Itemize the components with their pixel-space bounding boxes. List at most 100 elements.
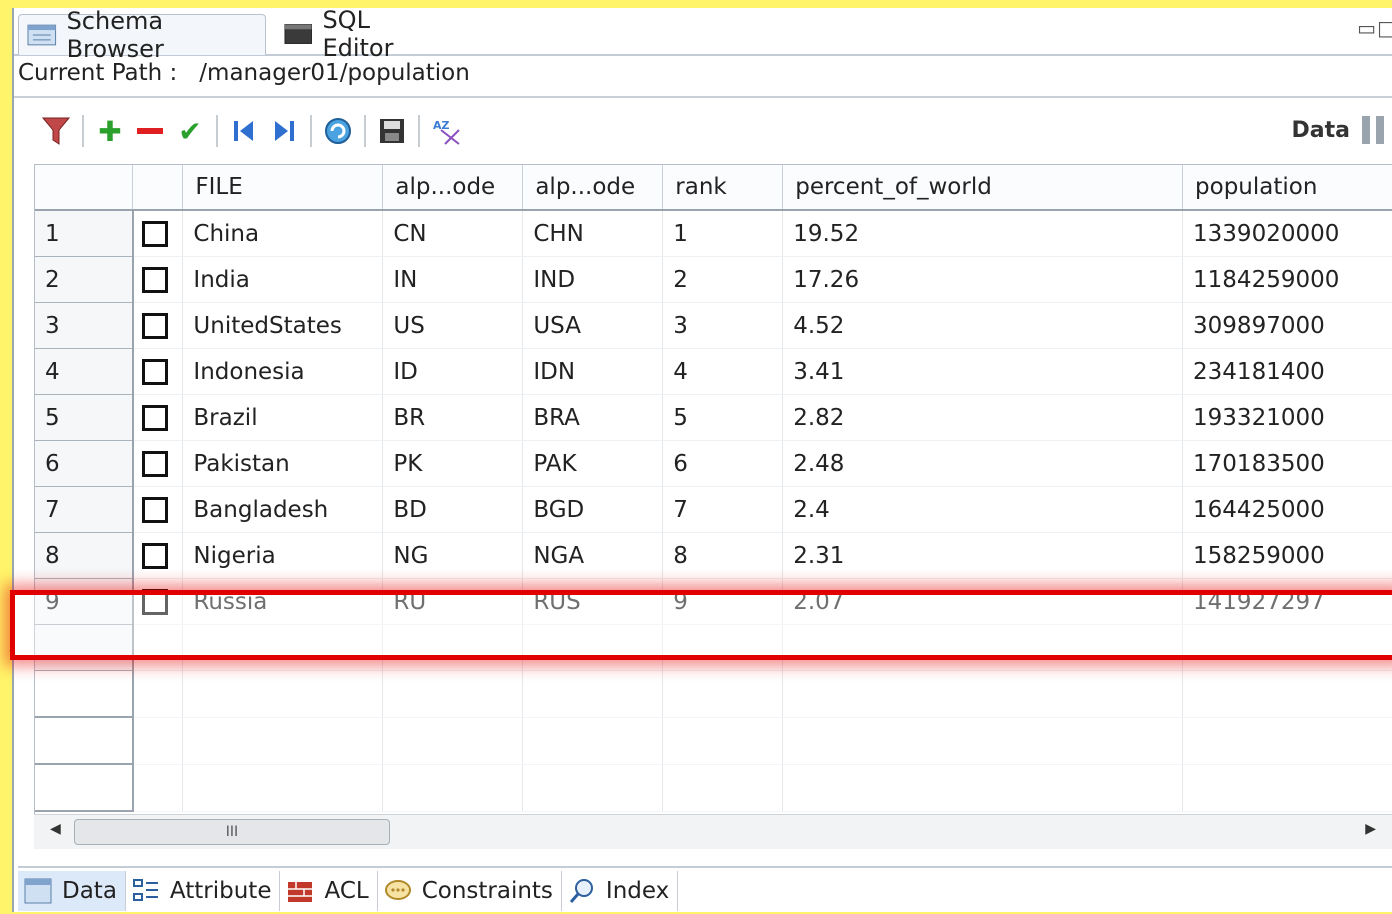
cell-rank[interactable]: 3 — [662, 302, 784, 349]
column-header[interactable]: FILE — [182, 165, 384, 211]
tab-constraints[interactable]: Constraints — [378, 871, 562, 911]
tab-attribute[interactable]: Attribute — [126, 871, 281, 911]
cell-a3[interactable]: USA — [522, 302, 664, 349]
column-header[interactable]: alp...ode — [522, 165, 664, 211]
row-checkbox[interactable] — [141, 358, 168, 385]
cell-a2[interactable]: NG — [382, 532, 524, 579]
sort-icon[interactable]: AZ — [426, 111, 466, 151]
maximize-icon[interactable]: □ — [1377, 16, 1392, 40]
row-number[interactable]: 4 — [35, 348, 134, 395]
row-checkbox[interactable] — [141, 496, 168, 523]
cell-file[interactable]: Brazil — [182, 394, 384, 441]
scroll-thumb[interactable]: III — [74, 819, 390, 845]
cell-file[interactable]: China — [182, 210, 384, 257]
corner-header[interactable] — [35, 165, 134, 211]
cell-a3[interactable]: IDN — [522, 348, 664, 395]
cell-pct[interactable]: 3.41 — [782, 348, 1184, 395]
cell-rank[interactable]: 5 — [662, 394, 784, 441]
row-number[interactable]: 2 — [35, 256, 134, 303]
column-header[interactable]: rank — [662, 165, 784, 211]
cell-pct[interactable]: 2.31 — [782, 532, 1184, 579]
cell-pop[interactable]: 309897000 — [1182, 302, 1392, 349]
minimize-icon[interactable]: ▭ — [1357, 16, 1376, 40]
cell-a3[interactable]: BGD — [522, 486, 664, 533]
row-checkbox[interactable] — [141, 220, 168, 247]
table-row[interactable]: 4 Indonesia ID IDN 4 3.41 234181400 — [35, 348, 1392, 395]
cell-pop[interactable]: 1184259000 — [1182, 256, 1392, 303]
table-row[interactable]: 3 UnitedStates US USA 3 4.52 309897000 — [35, 302, 1392, 349]
filter-icon[interactable] — [36, 111, 76, 151]
table-row[interactable]: 1 China CN CHN 1 19.52 1339020000 — [35, 210, 1392, 257]
table-row[interactable]: 7 Bangladesh BD BGD 7 2.4 164425000 — [35, 486, 1392, 533]
cell-pop[interactable]: 164425000 — [1182, 486, 1392, 533]
column-header[interactable]: alp...ode — [382, 165, 524, 211]
table-row[interactable]: 2 India IN IND 2 17.26 1184259000 — [35, 256, 1392, 303]
column-header[interactable]: percent_of_world — [782, 165, 1184, 211]
add-row-icon[interactable]: ✚ — [90, 111, 130, 151]
cell-rank[interactable]: 4 — [662, 348, 784, 395]
cell-file[interactable]: UnitedStates — [182, 302, 384, 349]
cell-rank[interactable]: 8 — [662, 532, 784, 579]
cell-file[interactable]: Bangladesh — [182, 486, 384, 533]
commit-icon[interactable]: ✔ — [170, 111, 210, 151]
row-checkbox[interactable] — [141, 450, 168, 477]
row-checkbox[interactable] — [141, 266, 168, 293]
cell-pct[interactable]: 4.52 — [782, 302, 1184, 349]
tab-index[interactable]: Index — [562, 871, 679, 911]
cell-file[interactable]: Pakistan — [182, 440, 384, 487]
cell-a2[interactable]: CN — [382, 210, 524, 257]
column-header[interactable]: population — [1182, 165, 1392, 211]
cell-pct[interactable]: 17.26 — [782, 256, 1184, 303]
scroll-right-icon[interactable]: ▶ — [1365, 821, 1376, 837]
remove-row-icon[interactable] — [130, 111, 170, 151]
refresh-icon[interactable] — [318, 111, 358, 151]
tab-sql-editor[interactable]: SQL Editor — [276, 6, 442, 62]
cell-a3[interactable]: BRA — [522, 394, 664, 441]
cell-a2[interactable]: BR — [382, 394, 524, 441]
cell-rank[interactable]: 6 — [662, 440, 784, 487]
cell-pop[interactable]: 170183500 — [1182, 440, 1392, 487]
cell-a2[interactable]: BD — [382, 486, 524, 533]
table-row[interactable]: 6 Pakistan PK PAK 6 2.48 170183500 — [35, 440, 1392, 487]
row-number[interactable]: 1 — [35, 210, 134, 257]
row-number[interactable]: 3 — [35, 302, 134, 349]
cell-pop[interactable]: 193321000 — [1182, 394, 1392, 441]
cell-file[interactable]: Indonesia — [182, 348, 384, 395]
cell-a2[interactable]: PK — [382, 440, 524, 487]
row-checkbox[interactable] — [141, 312, 168, 339]
cell-a2[interactable]: IN — [382, 256, 524, 303]
pause-icon[interactable] — [1362, 116, 1386, 144]
horizontal-scrollbar[interactable]: ◀ III ▶ — [34, 814, 1392, 849]
cell-file[interactable]: India — [182, 256, 384, 303]
cell-pct[interactable]: 19.52 — [782, 210, 1184, 257]
first-record-icon[interactable] — [224, 111, 264, 151]
cell-pop[interactable]: 1339020000 — [1182, 210, 1392, 257]
tab-schema-browser[interactable]: Schema Browser — [18, 7, 266, 63]
row-checkbox[interactable] — [141, 404, 168, 431]
save-icon[interactable] — [372, 111, 412, 151]
table-row[interactable]: 8 Nigeria NG NGA 8 2.31 158259000 — [35, 532, 1392, 579]
cell-rank[interactable]: 1 — [662, 210, 784, 257]
scroll-left-icon[interactable]: ◀ — [50, 821, 61, 837]
cell-pct[interactable]: 2.82 — [782, 394, 1184, 441]
row-number[interactable]: 8 — [35, 532, 134, 579]
cell-a3[interactable]: CHN — [522, 210, 664, 257]
checkbox-header[interactable] — [132, 165, 184, 211]
row-number[interactable]: 6 — [35, 440, 134, 487]
cell-a2[interactable]: ID — [382, 348, 524, 395]
cell-rank[interactable]: 2 — [662, 256, 784, 303]
cell-pct[interactable]: 2.4 — [782, 486, 1184, 533]
cell-file[interactable]: Nigeria — [182, 532, 384, 579]
last-record-icon[interactable] — [264, 111, 304, 151]
cell-pop[interactable]: 158259000 — [1182, 532, 1392, 579]
cell-a3[interactable]: PAK — [522, 440, 664, 487]
tab-data[interactable]: Data — [18, 871, 126, 911]
table-row[interactable]: 5 Brazil BR BRA 5 2.82 193321000 — [35, 394, 1392, 441]
row-checkbox[interactable] — [141, 542, 168, 569]
cell-rank[interactable]: 7 — [662, 486, 784, 533]
cell-a3[interactable]: NGA — [522, 532, 664, 579]
cell-pct[interactable]: 2.48 — [782, 440, 1184, 487]
cell-a3[interactable]: IND — [522, 256, 664, 303]
tab-acl[interactable]: ACL — [280, 871, 378, 911]
row-number[interactable]: 7 — [35, 486, 134, 533]
